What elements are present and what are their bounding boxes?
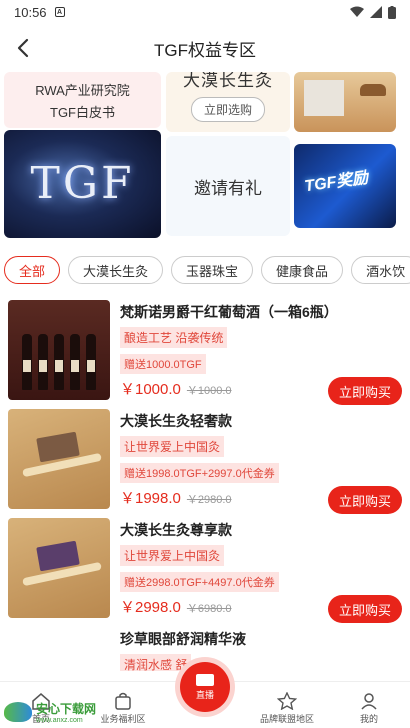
ginseng-promo-card[interactable]: 大漠长生灸 立即选购 xyxy=(166,72,290,132)
ginseng-promo-title: 大漠长生灸 xyxy=(183,72,273,90)
product-item[interactable]: 大漠长生灸尊享款 让世界爱上中国灸 赠送2998.0TGF+4497.0代金券 … xyxy=(8,518,402,627)
tab-brand-alliance-label: 品牌联盟地区 xyxy=(259,714,314,724)
tab-health-food[interactable]: 健康食品 xyxy=(261,256,344,284)
notification-icon: A xyxy=(54,7,65,17)
watermark-logo-icon xyxy=(4,702,32,722)
watermark-line-2: www.anxz.com xyxy=(36,717,83,724)
tab-ginseng[interactable]: 大漠长生灸 xyxy=(68,256,164,284)
invite-card[interactable]: 邀请有礼 xyxy=(166,136,290,236)
product-tagline: 清润水感 舒 xyxy=(120,654,192,671)
desert-image[interactable] xyxy=(294,72,396,132)
product-gift: 赠送2998.0TGF+4497.0代金券 xyxy=(120,572,279,592)
product-name: 梵斯诺男爵干红葡萄酒（一箱6瓶） xyxy=(120,304,338,320)
product-tagline: 让世界爱上中国灸 xyxy=(120,545,225,566)
tab-mine-label: 我的 xyxy=(359,714,378,724)
tgf-award-text: TGF奖励 xyxy=(303,169,370,196)
product-item[interactable]: 大漠长生灸轻奢款 让世界爱上中国灸 赠送1998.0TGF+2997.0代金券 … xyxy=(8,409,402,518)
camel-illustration xyxy=(360,84,386,96)
product-list: 梵斯诺男爵干红葡萄酒（一箱6瓶） 酿造工艺 沿袭传统 赠送1000.0TGF ￥… xyxy=(0,294,410,671)
watermark: 安心下载网 www.anxz.com xyxy=(4,700,96,724)
watermark-line-1: 安心下载网 xyxy=(36,702,97,716)
wifi-icon xyxy=(350,6,364,17)
product-price: ￥1000.0 xyxy=(120,381,181,398)
buy-now-button[interactable]: 立即购买 xyxy=(328,486,402,514)
category-tabs: 全部 大漠长生灸 玉器珠宝 健康食品 酒水饮 xyxy=(0,242,410,294)
tab-drinks[interactable]: 酒水饮 xyxy=(351,256,410,284)
whitepaper-card[interactable]: RWA产业研究院 TGF白皮书 xyxy=(4,72,161,128)
tab-brand-alliance[interactable]: 品牌联盟地区 xyxy=(246,682,328,728)
tgf-award-card[interactable]: TGF奖励 xyxy=(294,144,396,228)
nav-bar: TGF权益专区 xyxy=(0,24,410,72)
product-original-price: ￥6980.0 xyxy=(186,603,232,615)
status-time: 10:56 xyxy=(14,4,47,20)
shopping-bag-icon xyxy=(115,692,131,710)
back-arrow-icon[interactable] xyxy=(12,36,36,60)
product-item[interactable]: 梵斯诺男爵干红葡萄酒（一箱6瓶） 酿造工艺 沿袭传统 赠送1000.0TGF ￥… xyxy=(8,300,402,409)
product-gift: 赠送1998.0TGF+2997.0代金券 xyxy=(120,463,279,483)
product-original-price: ￥1000.0 xyxy=(186,385,232,397)
status-bar: 10:56 A xyxy=(0,0,410,24)
whitepaper-line-2: TGF白皮书 xyxy=(50,105,115,120)
product-name: 大漠长生灸尊享款 xyxy=(120,522,232,538)
signal-icon xyxy=(370,6,382,18)
shop-now-button[interactable]: 立即选购 xyxy=(190,97,265,122)
house-illustration xyxy=(304,80,344,116)
product-gift: 赠送1000.0TGF xyxy=(120,354,206,374)
star-icon xyxy=(277,692,297,710)
user-icon xyxy=(361,693,377,710)
page-title: TGF权益专区 xyxy=(154,40,256,60)
buy-now-button[interactable]: 立即购买 xyxy=(328,377,402,405)
wine-product-image[interactable] xyxy=(8,300,110,400)
product-price: ￥1998.0 xyxy=(120,490,181,507)
whitepaper-line-1: RWA产业研究院 xyxy=(35,83,130,98)
live-label: 直播 xyxy=(195,689,214,700)
tab-mine[interactable]: 我的 xyxy=(328,682,410,728)
ginseng-product-image[interactable] xyxy=(8,518,110,618)
promo-banner: RWA产业研究院 TGF白皮书 TGF 大漠长生灸 立即选购 邀请有礼 TGF奖… xyxy=(0,72,410,242)
product-tagline: 酿造工艺 沿袭传统 xyxy=(120,327,228,348)
tgf-logo-text: TGF xyxy=(30,158,135,209)
product-original-price: ￥2980.0 xyxy=(186,494,232,506)
buy-now-button[interactable]: 立即购买 xyxy=(328,595,402,623)
product-name: 珍草眼部舒润精华液 xyxy=(120,631,246,647)
tab-benefits-label: 业务福利区 xyxy=(100,714,146,724)
ginseng-product-image[interactable] xyxy=(8,409,110,509)
tab-all[interactable]: 全部 xyxy=(4,256,61,284)
tv-icon xyxy=(196,673,214,686)
live-stream-button[interactable]: 直播 xyxy=(180,662,230,712)
product-price: ￥2998.0 xyxy=(120,599,181,616)
tgf-logo-card[interactable]: TGF xyxy=(4,130,161,238)
battery-icon xyxy=(388,5,396,19)
product-name: 大漠长生灸轻奢款 xyxy=(120,413,232,429)
tab-jade-jewelry[interactable]: 玉器珠宝 xyxy=(171,256,254,284)
product-tagline: 让世界爱上中国灸 xyxy=(120,436,225,457)
